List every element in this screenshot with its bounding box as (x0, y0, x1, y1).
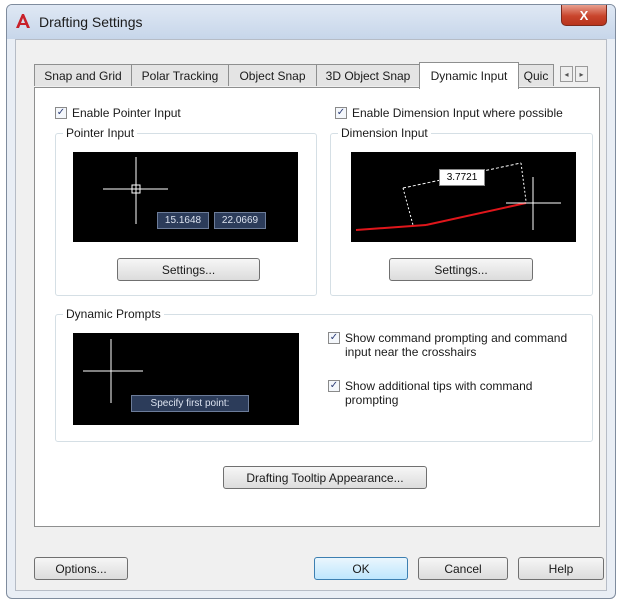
show-prompting-check-icon[interactable]: ✓ (328, 332, 340, 344)
enable-dimension-input-checkbox[interactable]: ✓ Enable Dimension Input where possible (335, 106, 563, 120)
dimension-preview-icon (355, 162, 561, 231)
dynamic-input-page: ✓ Enable Pointer Input ✓ Enable Dimensio… (34, 87, 600, 527)
show-additional-tips-label: Show additional tips with command prompt… (345, 379, 533, 407)
tab-scroll-left-icon[interactable]: ◂ (560, 66, 573, 82)
dimension-input-check-icon[interactable]: ✓ (335, 107, 347, 119)
enable-dimension-input-label: Enable Dimension Input where possible (352, 106, 563, 120)
pointer-settings-button[interactable]: Settings... (117, 258, 260, 281)
pointer-input-check-icon[interactable]: ✓ (55, 107, 67, 119)
close-button[interactable]: X (561, 5, 607, 26)
tab-strip: Snap and Grid Polar Tracking Object Snap… (34, 62, 600, 89)
enable-pointer-input-checkbox[interactable]: ✓ Enable Pointer Input (55, 106, 181, 120)
options-button[interactable]: Options... (34, 557, 128, 580)
prompt-tooltip: Specify first point: (131, 395, 249, 412)
drafting-tooltip-appearance-button[interactable]: Drafting Tooltip Appearance... (223, 466, 427, 489)
ok-button[interactable]: OK (314, 557, 408, 580)
tab-scroll-right-icon[interactable]: ▸ (575, 66, 588, 82)
show-command-prompting-label: Show command prompting and command input… (345, 331, 568, 359)
autocad-app-icon (16, 14, 30, 28)
help-button[interactable]: Help (518, 557, 604, 580)
tab-snap-and-grid[interactable]: Snap and Grid (34, 64, 132, 86)
dimension-settings-button[interactable]: Settings... (389, 258, 533, 281)
pointer-input-group: Pointer Input 15.1648 22.0669 Settings..… (55, 126, 317, 296)
dimension-input-preview: 3.7721 (351, 152, 576, 242)
tab-polar-tracking[interactable]: Polar Tracking (131, 64, 229, 86)
dialog-client-area: Snap and Grid Polar Tracking Object Snap… (15, 39, 607, 591)
cancel-button[interactable]: Cancel (418, 557, 508, 580)
dynamic-prompts-preview: Specify first point: (73, 333, 299, 425)
pointer-y-readout: 22.0669 (214, 212, 266, 229)
show-additional-tips-checkbox[interactable]: ✓ Show additional tips with command prom… (328, 379, 586, 407)
tab-object-snap[interactable]: Object Snap (228, 64, 317, 86)
pointer-input-preview: 15.1648 22.0669 (73, 152, 298, 242)
pointer-x-readout: 15.1648 (157, 212, 209, 229)
dynamic-prompts-group-label: Dynamic Prompts (63, 307, 164, 321)
title-bar[interactable]: Drafting Settings X (7, 5, 615, 39)
window-title: Drafting Settings (39, 14, 143, 30)
enable-pointer-input-label: Enable Pointer Input (72, 106, 181, 120)
additional-tips-check-icon[interactable]: ✓ (328, 380, 340, 392)
dimension-input-group-label: Dimension Input (338, 126, 431, 140)
show-command-prompting-checkbox[interactable]: ✓ Show command prompting and command inp… (328, 331, 586, 359)
dynamic-prompts-group: Dynamic Prompts Specify first point: ✓ S… (55, 307, 593, 442)
tab-quick-properties[interactable]: Quic (518, 64, 554, 86)
dimension-value-field: 3.7721 (439, 169, 485, 186)
tab-dynamic-input[interactable]: Dynamic Input (419, 62, 519, 89)
pointer-input-group-label: Pointer Input (63, 126, 138, 140)
drafting-settings-dialog: Drafting Settings X Snap and Grid Polar … (6, 4, 616, 599)
dimension-input-group: Dimension Input 3.7721 Settings... (330, 126, 593, 296)
tab-3d-object-snap[interactable]: 3D Object Snap (316, 64, 420, 86)
